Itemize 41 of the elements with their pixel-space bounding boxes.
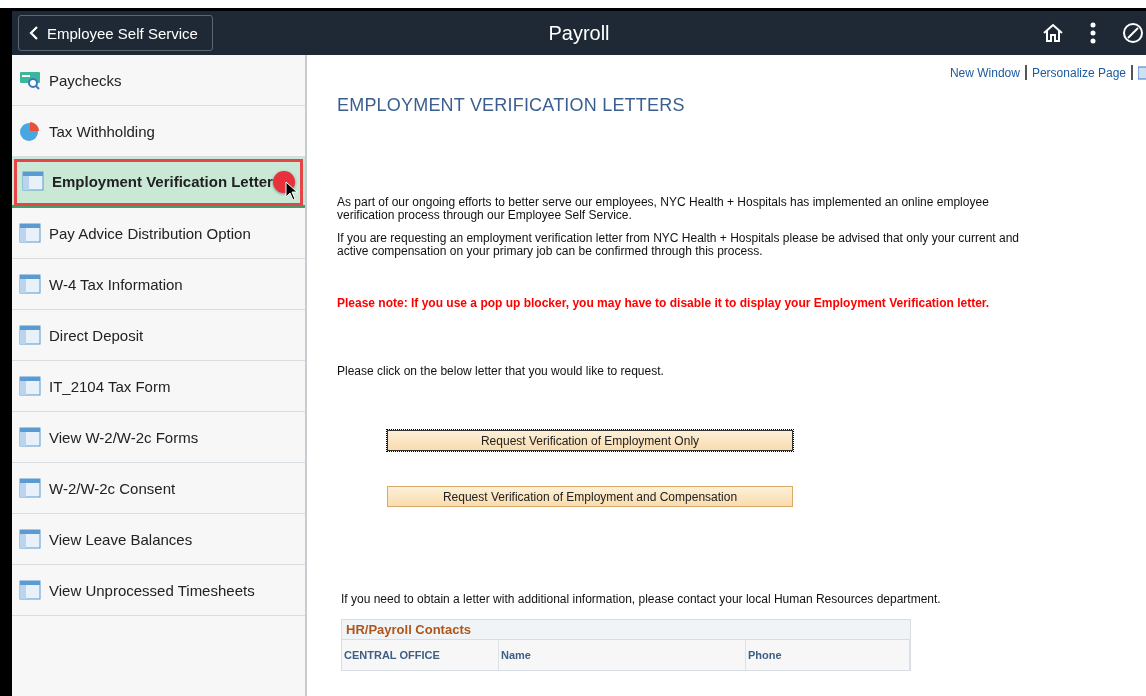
page-icon xyxy=(19,325,41,345)
page-icon xyxy=(19,580,41,600)
sidebar-item[interactable]: Direct Deposit xyxy=(12,310,305,361)
table-title: HR/Payroll Contacts xyxy=(342,620,910,639)
page-icon xyxy=(22,171,44,191)
sidebar-item[interactable]: W-2/W-2c Consent xyxy=(12,463,305,514)
column-header: Name xyxy=(499,640,746,670)
chevron-left-icon xyxy=(29,26,39,40)
sidebar-item[interactable]: View Unprocessed Timesheets xyxy=(12,565,305,616)
page-link[interactable]: New Window xyxy=(949,65,1020,80)
sidebar-item[interactable]: Paychecks xyxy=(12,55,305,106)
sidebar-item[interactable]: IT_2104 Tax Form xyxy=(12,361,305,412)
page-icon xyxy=(19,427,41,447)
page-link[interactable]: Personalize Page xyxy=(1031,65,1126,80)
intro-paragraph: If you are requesting an employment verification letter from NYC Health + Hospitals please be advised that only your current and active compensation on your primary job can be confirmed through this process. xyxy=(337,232,1021,258)
intro-paragraph: As part of our ongoing efforts to better serve our employees, NYC Health + Hospitals has implemented an online employee verification process through our Employee Self Service. xyxy=(337,196,990,222)
page-heading: EMPLOYMENT VERIFICATION LETTERS xyxy=(337,95,686,116)
contact-note: If you need to obtain a letter with additional information, please contact your local Human Resources department. xyxy=(341,593,942,606)
check-search-icon xyxy=(19,70,41,90)
request-button[interactable]: Request Verification of Employment Only xyxy=(387,430,793,451)
page-icon xyxy=(19,274,41,294)
sidebar-item[interactable]: View Leave Balances xyxy=(12,514,305,565)
request-button[interactable]: Request Verification of Employment and Compensation xyxy=(387,486,793,507)
page-icon xyxy=(19,478,41,498)
sidebar-item[interactable]: View W-2/W-2c Forms xyxy=(12,412,305,463)
warning-text: Please note: If you use a pop up blocker, you may have to disable it to display your Employment Verification letter. xyxy=(337,296,991,310)
sidebar-item[interactable]: W-4 Tax Information xyxy=(12,259,305,310)
back-button[interactable]: Employee Self Service xyxy=(18,15,213,51)
column-header: CENTRAL OFFICE xyxy=(342,640,499,670)
column-header: Phone xyxy=(746,640,910,670)
page-title: Payroll xyxy=(548,21,610,45)
menu-icon[interactable] xyxy=(1090,22,1096,44)
instruction-text: Please click on the below letter that you would like to request. xyxy=(337,365,665,378)
page-icon xyxy=(19,529,41,549)
page-icon xyxy=(19,376,41,396)
sidebar-item[interactable]: Pay Advice Distribution Option xyxy=(12,208,305,259)
home-icon[interactable] xyxy=(1042,22,1064,44)
cursor-icon xyxy=(285,181,299,201)
pie-chart-icon xyxy=(19,121,41,141)
page-icon xyxy=(19,223,41,243)
sidebar-item[interactable]: Employment Verification Letter xyxy=(12,157,305,208)
